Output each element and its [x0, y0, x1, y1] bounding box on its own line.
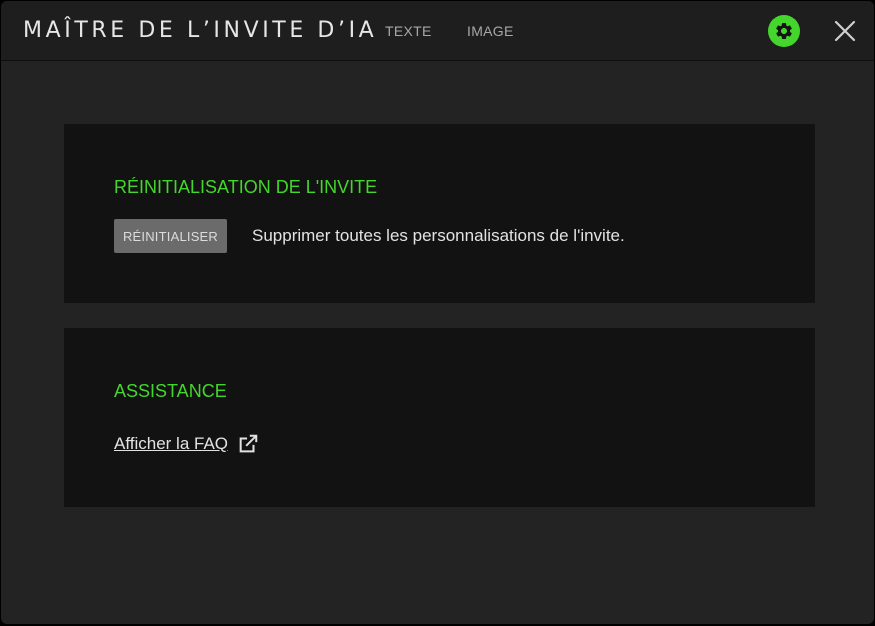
app-window: MAÎTRE DE L’INVITE D’IA TEXTE IMAGE RÉIN… — [1, 1, 874, 624]
support-panel: ASSISTANCE Afficher la FAQ — [64, 328, 815, 507]
app-title: MAÎTRE DE L’INVITE D’IA — [23, 18, 378, 43]
support-section-title: ASSISTANCE — [114, 381, 227, 401]
external-link-icon[interactable] — [237, 433, 259, 455]
faq-link[interactable]: Afficher la FAQ — [114, 434, 228, 454]
reset-section-title: RÉINITIALISATION DE L'INVITE — [114, 177, 378, 197]
tab-texte[interactable]: TEXTE — [385, 23, 432, 39]
tab-image[interactable]: IMAGE — [467, 23, 514, 39]
gear-icon — [776, 22, 792, 39]
close-icon — [834, 20, 856, 42]
settings-button[interactable] — [768, 15, 800, 47]
reset-panel: RÉINITIALISATION DE L'INVITE RÉINITIALIS… — [64, 124, 815, 303]
reset-description: Supprimer toutes les personnalisations d… — [252, 226, 625, 245]
close-button[interactable] — [833, 19, 857, 43]
reset-button[interactable]: RÉINITIALISER — [114, 219, 227, 253]
title-bar: MAÎTRE DE L’INVITE D’IA TEXTE IMAGE — [1, 1, 874, 61]
